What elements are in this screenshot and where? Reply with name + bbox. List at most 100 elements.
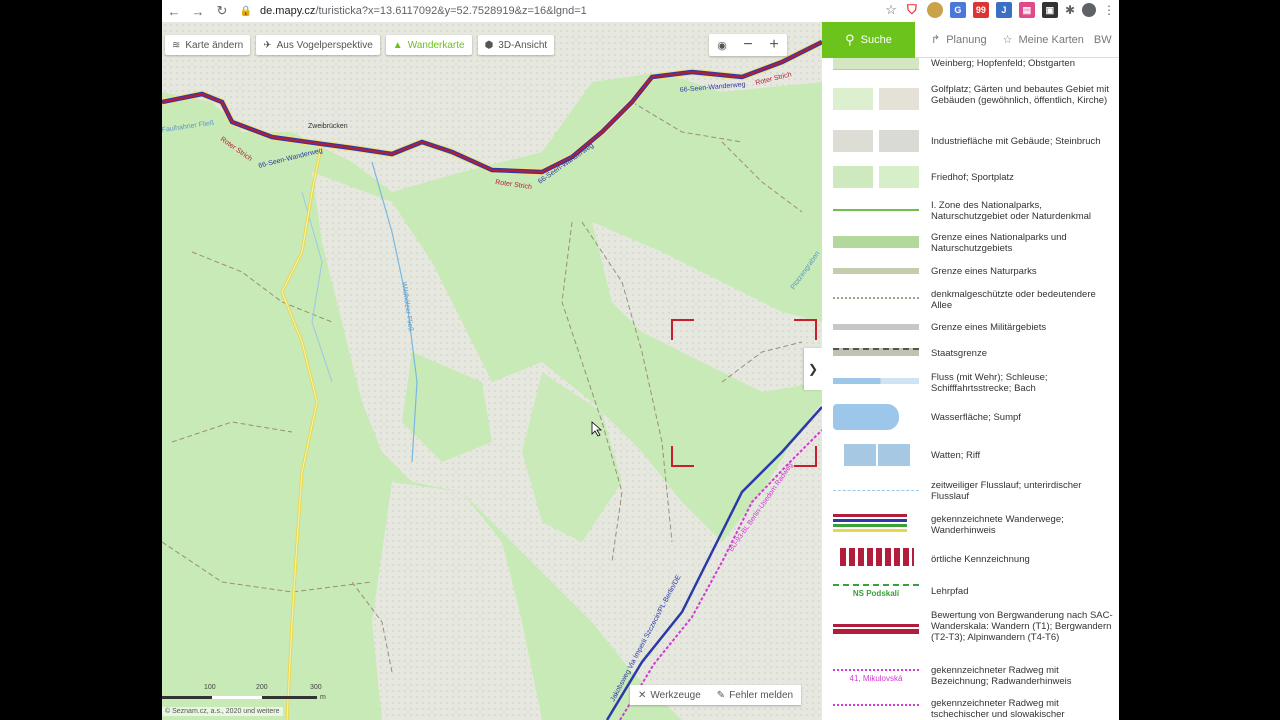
- river-symbol: [833, 378, 919, 384]
- legend-text: Weinberg; Hopfenfeld; Obstgarten: [931, 58, 1075, 69]
- menu-dots-icon[interactable]: ⋮: [1103, 3, 1115, 17]
- report-label: Fehler melden: [729, 689, 794, 701]
- legend-text: Grenze eines Nationalparks und Naturschu…: [931, 232, 1067, 254]
- address-bar[interactable]: de.mapy.cz/turisticka?x=13.6117092&y=52.…: [260, 5, 587, 17]
- label-trail: 66-Seen-Wanderweg: [537, 142, 595, 186]
- mountain-icon: ▲: [392, 39, 403, 51]
- open-field-area: [592, 222, 822, 392]
- planning-label: Planung: [946, 33, 987, 46]
- tools-label: Werkzeuge: [650, 689, 701, 701]
- intermittent-stream-symbol: [833, 490, 919, 492]
- zoom-controls: ◉ − +: [709, 34, 787, 56]
- nature-trail-label: NS Podskalí: [852, 589, 900, 598]
- locate-icon[interactable]: ◉: [709, 39, 735, 52]
- legend-item: Weinberg; Hopfenfeld; Obstgarten: [822, 58, 1119, 72]
- cemetery-symbol: [833, 166, 873, 188]
- translate-extension-icon[interactable]: G: [949, 2, 966, 18]
- url-path: /turisticka?x=13.6117092&y=52.7528919&z=…: [315, 5, 587, 17]
- right-header: ⚲ Suche ↱ Planung ☆ Meine Karten BW: [822, 21, 1119, 58]
- local-marking-symbol: [840, 548, 914, 566]
- label-trail: Roter Strich: [219, 136, 253, 163]
- my-maps-button[interactable]: ☆ Meine Karten: [1002, 33, 1084, 47]
- back-icon[interactable]: ←: [162, 4, 186, 19]
- scale-line-white: [212, 696, 262, 699]
- hiking-map-button[interactable]: ▲ Wanderkarte: [385, 35, 472, 55]
- hiking-map-label: Wanderkarte: [407, 39, 465, 51]
- zoom-in-button[interactable]: +: [761, 36, 787, 54]
- planning-button[interactable]: ↱ Planung: [931, 33, 987, 47]
- reload-icon[interactable]: ↻: [210, 3, 234, 19]
- legend-text: Friedhof; Sportplatz: [931, 172, 1014, 183]
- search-icon: ⚲: [845, 31, 855, 47]
- state-border-symbol: [833, 348, 919, 356]
- legend-text: Golfplatz; Gärten und bebautes Gebiet mi…: [931, 84, 1109, 106]
- legend-text: Grenze eines Militärgebiets: [931, 322, 1047, 333]
- forward-icon[interactable]: →: [186, 4, 210, 19]
- legend-toggle-button[interactable]: ❯: [804, 348, 822, 390]
- map-drawing: Zweibrücken 66-Seen-Wanderweg Roter Stri…: [162, 22, 822, 720]
- label-river: Faulhahner Fließ: [162, 120, 215, 134]
- puzzle-icon[interactable]: ✱: [1065, 3, 1075, 17]
- legend-text: Watten; Riff: [931, 450, 981, 461]
- bike-route-line: [833, 669, 919, 672]
- bottom-tools: ✕ Werkzeuge ✎ Fehler melden: [630, 685, 802, 705]
- search-label: Suche: [860, 33, 892, 46]
- nature-trail-symbol: NS Podskalí: [833, 580, 919, 598]
- my-maps-label: Meine Karten: [1018, 33, 1084, 46]
- legend-text: Wasserfläche; Sumpf: [931, 412, 1021, 423]
- map-canvas[interactable]: Zweibrücken 66-Seen-Wanderweg Roter Stri…: [162, 22, 822, 720]
- mudflat-symbol: [844, 444, 876, 466]
- view-3d-button[interactable]: ⬢ 3D-Ansicht: [477, 35, 555, 55]
- bike-route-cz-symbol: [833, 704, 919, 707]
- label-trail: Roter Strich: [495, 179, 533, 191]
- zoom-out-button[interactable]: −: [735, 36, 761, 54]
- cookie-extension-icon[interactable]: [926, 2, 943, 18]
- water-area-symbol: [833, 404, 899, 430]
- yellow-road-inner: [281, 141, 323, 720]
- birds-eye-button[interactable]: ✈ Aus Vogelperspektive: [256, 35, 380, 55]
- label-village: Zweibrücken: [308, 123, 348, 130]
- star-icon[interactable]: ☆: [885, 2, 897, 18]
- change-map-button[interactable]: ≋ Karte ändern: [165, 35, 251, 55]
- legend-text: gekennzeichneter Radweg mit Bezeichnung;…: [931, 665, 1072, 687]
- label-edge: Plötzengraben: [790, 250, 822, 291]
- square-extension-icon[interactable]: ▣: [1041, 2, 1058, 18]
- user-button[interactable]: BW: [1094, 34, 1112, 46]
- sports-symbol: [879, 166, 919, 188]
- browser-toolbar: ← → ↻ 🔒 de.mapy.cz/turisticka?x=13.61170…: [162, 0, 1119, 22]
- red-extension-icon[interactable]: 99: [972, 2, 989, 18]
- copyright[interactable]: © Seznam.cz, a.s., 2020 und weitere: [162, 707, 283, 716]
- legend-text: Fluss (mit Wehr); Schleuse; Schifffahrts…: [931, 372, 1048, 394]
- tools-icon: ✕: [638, 689, 647, 701]
- extension-icons: ☆ ⛉ G 99 J ▤ ▣ ✱ ⋮: [885, 2, 1115, 18]
- reef-symbol: [878, 444, 910, 466]
- built-area-symbol: [879, 88, 919, 110]
- url-host: de.mapy.cz: [260, 5, 316, 17]
- legend-text: I. Zone des Nationalparks, Naturschutzge…: [931, 200, 1092, 222]
- yellow-road: [280, 141, 324, 720]
- browser-frame: ← → ↻ 🔒 de.mapy.cz/turisticka?x=13.61170…: [162, 0, 1119, 720]
- search-button[interactable]: ⚲ Suche: [822, 21, 915, 58]
- national-park-zone-symbol: [833, 209, 919, 211]
- j-extension-icon[interactable]: J: [995, 2, 1012, 18]
- tools-button[interactable]: ✕ Werkzeuge: [630, 690, 709, 701]
- user-label: BW: [1093, 33, 1112, 46]
- nature-trail-line: [833, 584, 919, 587]
- legend-text: Lehrpfad: [931, 586, 969, 597]
- quarry-symbol: [879, 130, 919, 152]
- map-toolbar: ≋ Karte ändern ✈ Aus Vogelperspektive ▲ Wan…: [165, 35, 555, 55]
- marked-trail-symbol: [833, 514, 907, 532]
- pink-extension-icon[interactable]: ▤: [1018, 2, 1035, 18]
- legend-text: Bewertung von Bergwanderung nach SAC-Wan…: [931, 610, 1113, 643]
- birds-eye-label: Aus Vogelperspektive: [276, 39, 373, 51]
- military-border-symbol: [833, 324, 919, 330]
- label-trail: 66-Seen-Wanderweg: [680, 81, 746, 94]
- shield-extension-icon[interactable]: ⛉: [903, 2, 920, 18]
- lock-icon: 🔒: [239, 5, 253, 17]
- star-outline-icon: ☆: [1002, 34, 1013, 46]
- profile-icon[interactable]: [1082, 3, 1096, 17]
- report-error-button[interactable]: ✎ Fehler melden: [709, 690, 801, 701]
- legend-text: denkmalgeschützte oder bedeutendere Alle…: [931, 289, 1096, 311]
- legend-text: Staatsgrenze: [931, 348, 987, 359]
- vineyard-symbol: [833, 58, 919, 70]
